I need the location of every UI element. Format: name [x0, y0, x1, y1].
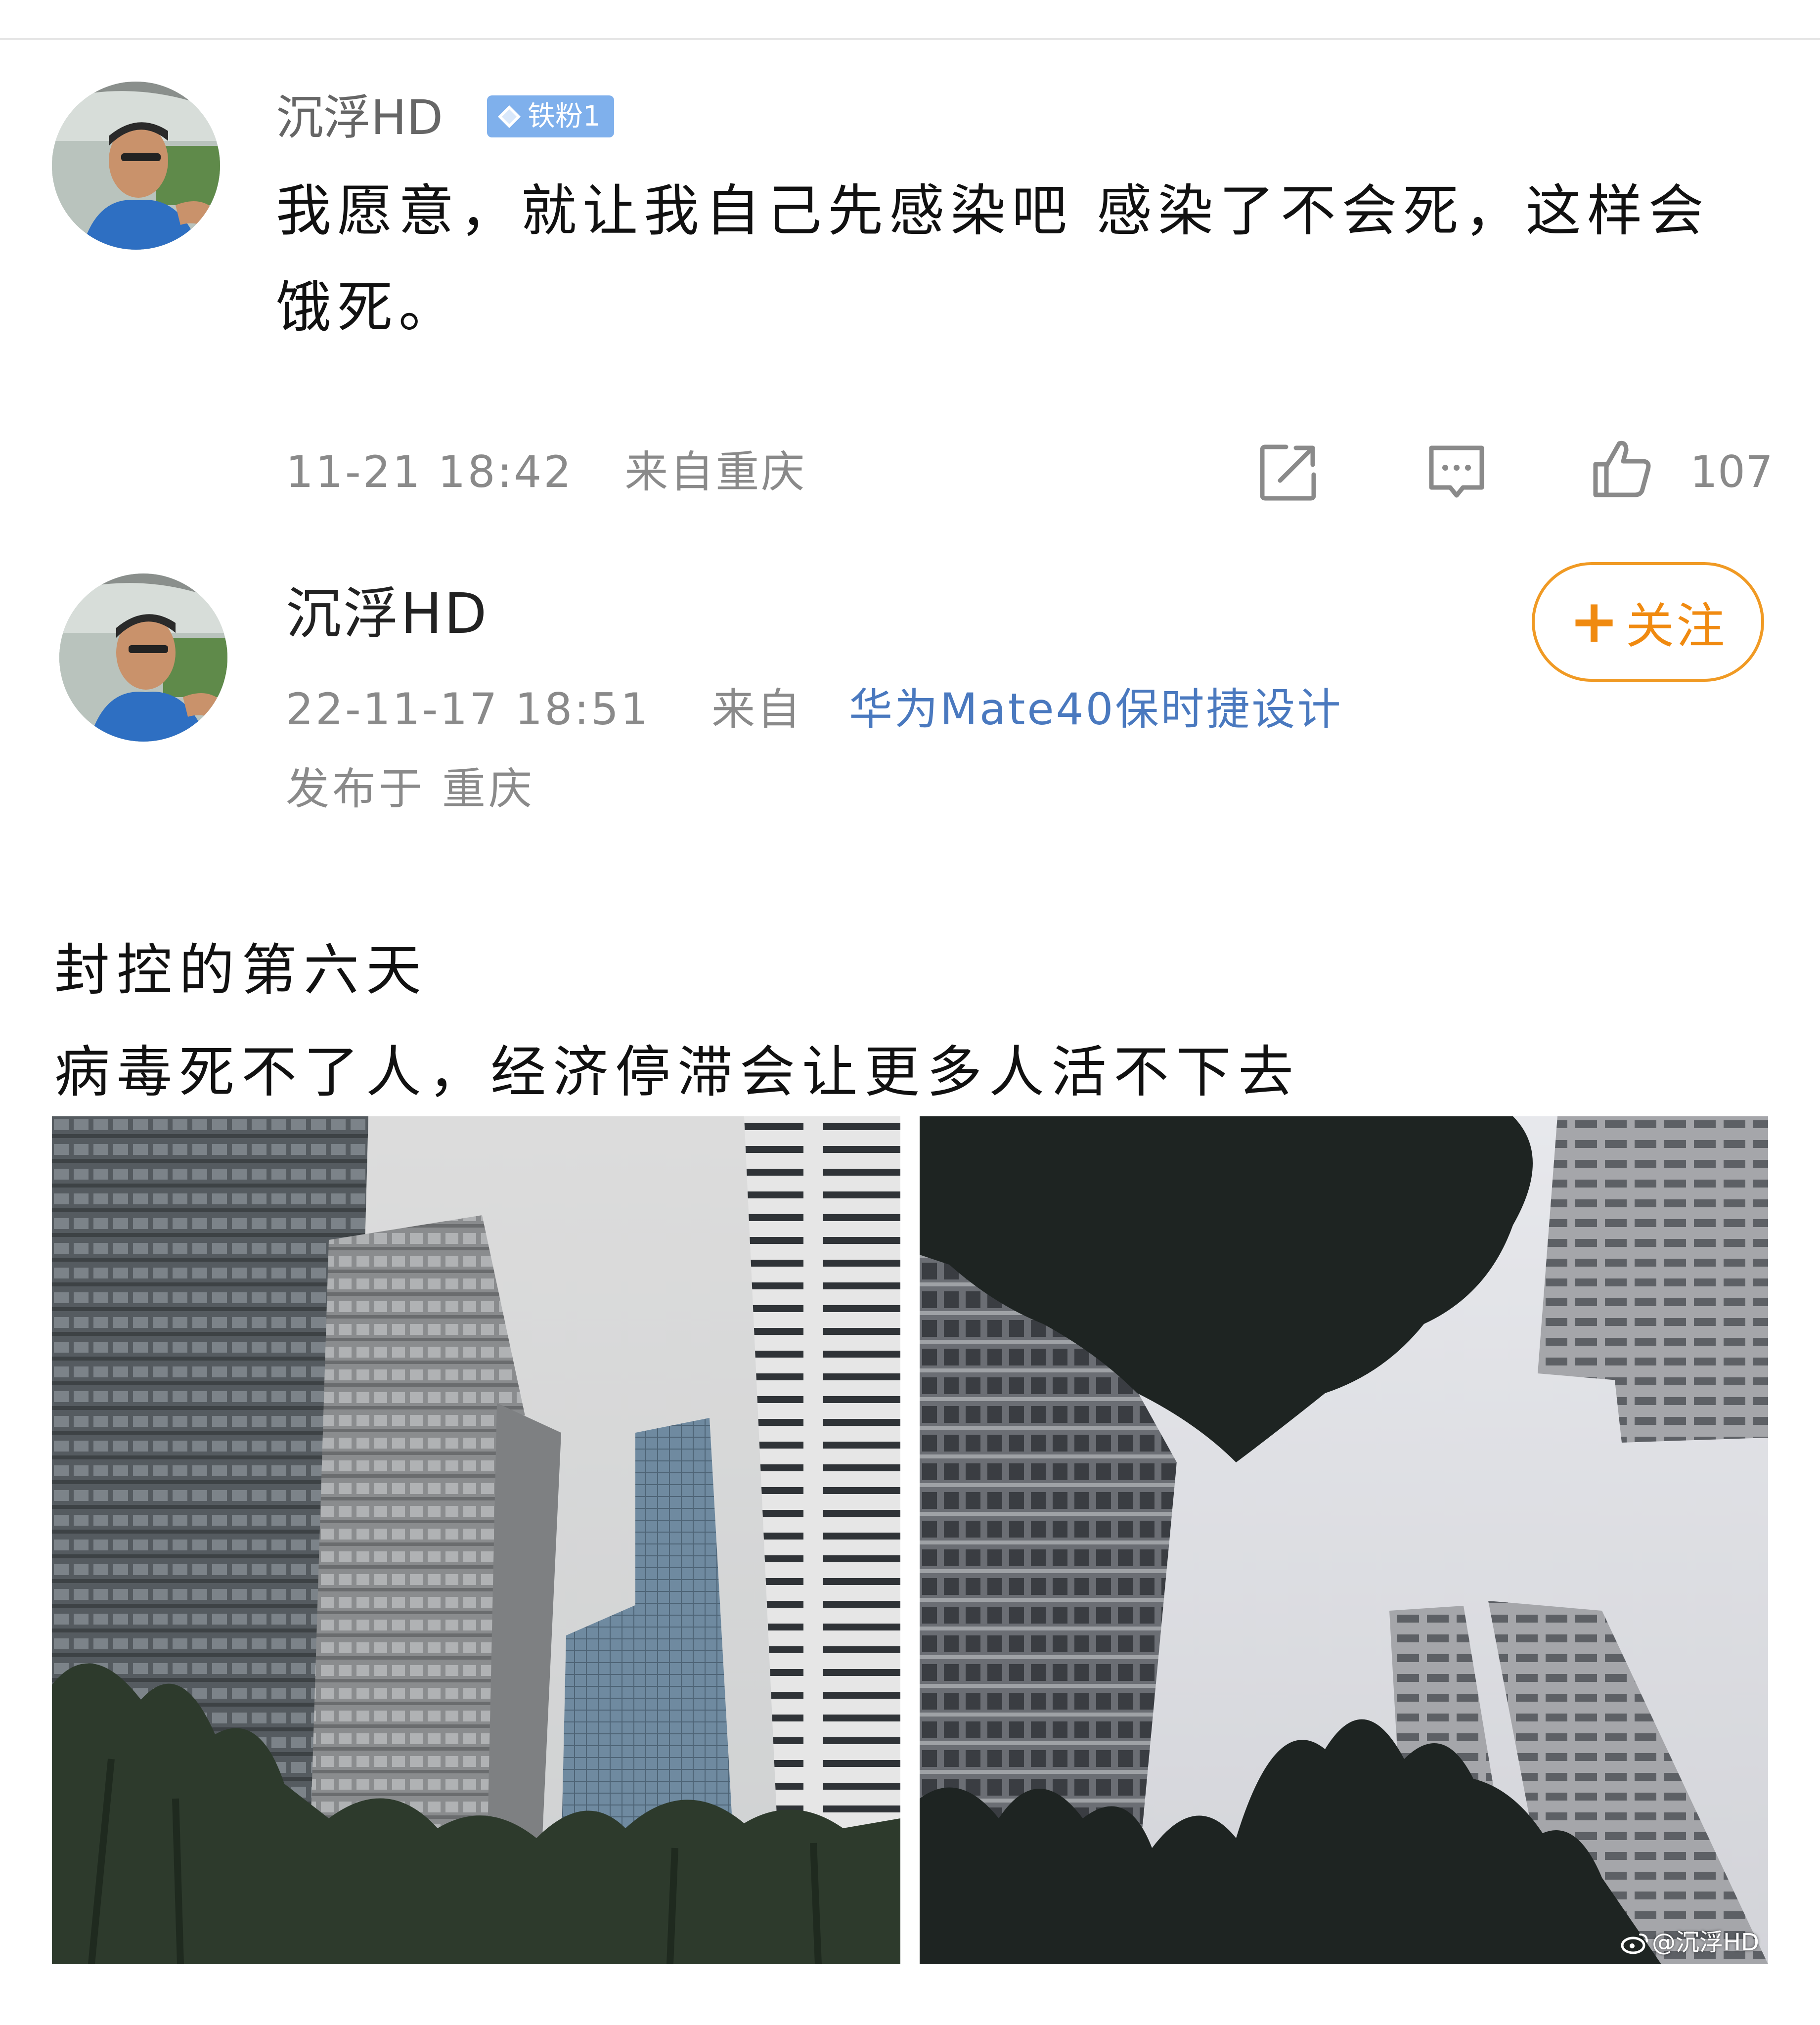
comment-meta: 11-21 18:42 来自重庆 — [286, 445, 806, 499]
photo-watermark: @沉浮HD — [1620, 1928, 1759, 1957]
watermark-text: @沉浮HD — [1651, 1929, 1759, 1956]
diamond-icon — [498, 105, 521, 128]
fan-badge-label: 铁粉1 — [528, 100, 601, 132]
post-date: 22-11-17 18:51 — [286, 684, 651, 735]
post-device-link[interactable]: 华为Mate40保时捷设计 — [849, 684, 1342, 735]
post-username[interactable]: 沉浮HD — [286, 582, 488, 646]
post-meta: 22-11-17 18:51 来自 华为Mate40保时捷设计 — [286, 682, 1342, 737]
top-divider — [0, 38, 1820, 40]
fan-badge: 铁粉1 — [487, 95, 614, 137]
post-from-label: 来自 — [711, 684, 802, 735]
post-photo-1[interactable] — [52, 1116, 900, 1964]
post-photo-2[interactable]: @沉浮HD — [920, 1116, 1768, 1964]
share-icon[interactable] — [1254, 438, 1323, 507]
comment-time: 11-21 18:42 — [286, 446, 574, 497]
weibo-logo-icon — [1621, 1934, 1648, 1954]
reply-icon[interactable] — [1422, 438, 1491, 507]
post-text: 封控的第六天 病毒死不了人，经济停滞会让更多人活不下去 — [54, 920, 1735, 1123]
comment-location: 来自重庆 — [624, 446, 807, 497]
like-count: 107 — [1690, 446, 1773, 497]
follow-label: 关注 — [1626, 598, 1727, 655]
post-text-line: 病毒死不了人，经济停滞会让更多人活不下去 — [54, 1040, 1300, 1104]
comment-avatar[interactable] — [52, 82, 220, 250]
follow-button[interactable]: + 关注 — [1532, 562, 1764, 682]
post-location: 发布于 重庆 — [286, 763, 535, 814]
like-icon[interactable] — [1588, 434, 1657, 503]
plus-icon: + — [1569, 587, 1621, 656]
comment-username[interactable]: 沉浮HD — [276, 88, 443, 147]
post-avatar[interactable] — [59, 573, 227, 742]
comment-text: 我愿意，就让我自己先感染吧 感染了不会死，这样会饿死。 — [276, 179, 1710, 340]
post-text-line: 封控的第六天 — [54, 938, 428, 1003]
